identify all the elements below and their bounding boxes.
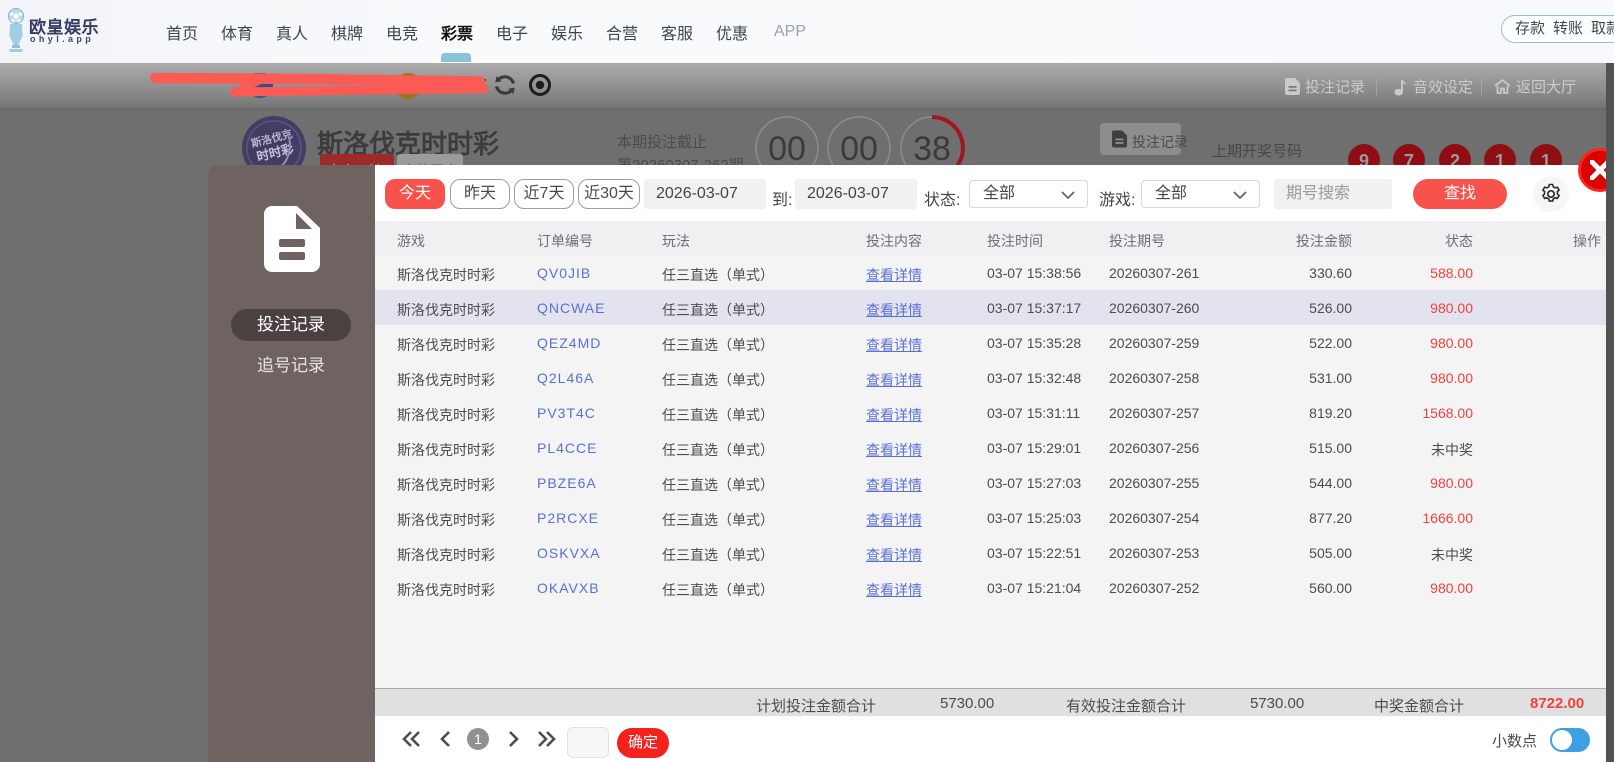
svg-text:38: 38: [913, 130, 951, 168]
svg-text:00: 00: [768, 130, 806, 168]
svg-text:00: 00: [840, 130, 878, 168]
